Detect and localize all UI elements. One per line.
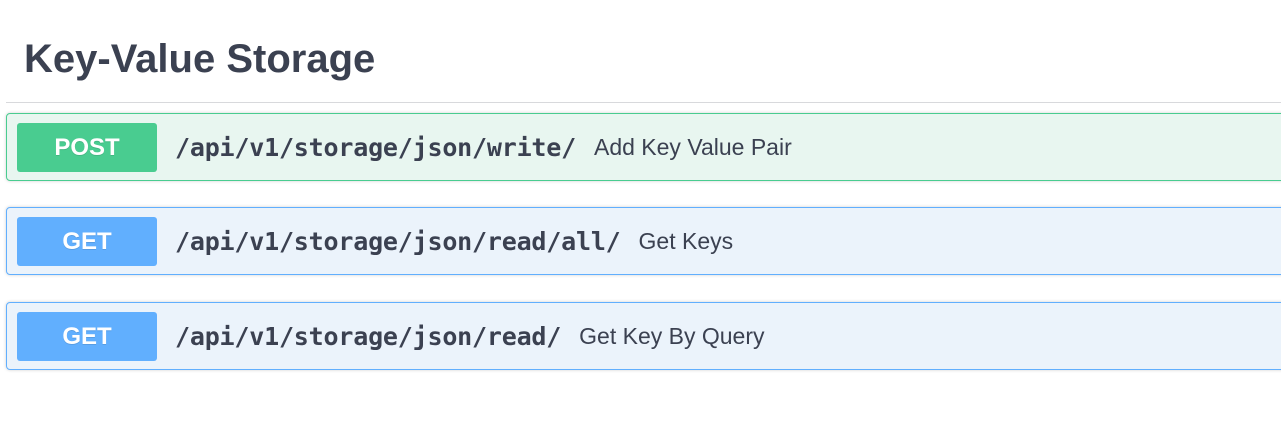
operation-summary: Get Key By Query <box>579 322 765 349</box>
section-header[interactable]: Key-Value Storage <box>6 0 1281 103</box>
operation-path: /api/v1/storage/json/write/ <box>175 132 576 162</box>
operation-get-read-query[interactable]: GET /api/v1/storage/json/read/ Get Key B… <box>6 302 1281 370</box>
operation-summary: Get Keys <box>638 227 734 254</box>
method-badge: GET <box>17 216 157 266</box>
method-badge: GET <box>17 311 157 361</box>
method-badge: POST <box>17 122 157 172</box>
operation-path: /api/v1/storage/json/read/ <box>175 321 562 351</box>
operation-summary: Add Key Value Pair <box>593 133 792 160</box>
operation-path: /api/v1/storage/json/read/all/ <box>175 226 621 256</box>
operation-get-read-all[interactable]: GET /api/v1/storage/json/read/all/ Get K… <box>6 207 1281 275</box>
operation-post-write[interactable]: POST /api/v1/storage/json/write/ Add Key… <box>6 113 1281 181</box>
section-title: Key-Value Storage <box>24 37 376 81</box>
